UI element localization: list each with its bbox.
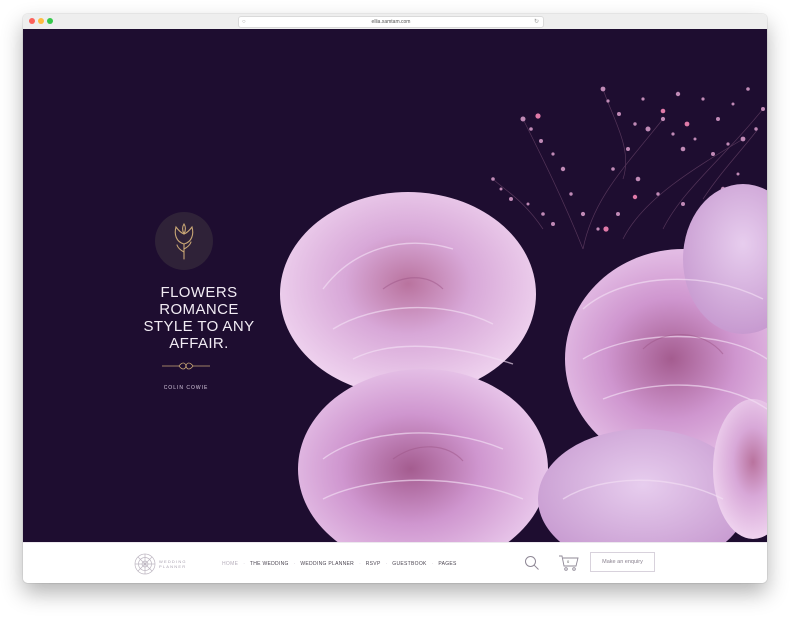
- tagline-line: FLOWERS: [160, 284, 238, 301]
- brand-line: PLANNER: [159, 564, 187, 569]
- close-window-button[interactable]: [29, 18, 35, 24]
- tulip-icon: [174, 223, 194, 260]
- tulip-logo-badge: [155, 212, 213, 270]
- search-button[interactable]: [523, 554, 541, 572]
- menu-separator: ·: [431, 561, 434, 567]
- browser-titlebar: ○ ellia.xamtam.com ↻: [23, 14, 767, 30]
- address-bar[interactable]: ○ ellia.xamtam.com ↻: [238, 16, 544, 28]
- menu-separator: ·: [359, 561, 361, 567]
- lock-icon: ○: [242, 19, 246, 25]
- quote-author: COLIN COWIE: [163, 385, 209, 391]
- hero-section: FLOWERS ROMANCE STYLE TO ANY AFFAIR. COL…: [23, 29, 767, 542]
- make-enquiry-button[interactable]: Make an enquiry: [590, 552, 655, 572]
- menu-item-rsvp[interactable]: RSVP: [366, 561, 381, 567]
- cart-button[interactable]: 0: [558, 554, 580, 572]
- tagline-line: AFFAIR.: [169, 335, 229, 352]
- menu-separator: ·: [385, 561, 388, 567]
- menu-item-pages[interactable]: PAGES: [438, 561, 456, 567]
- menu-item-wedding-planner[interactable]: WEDDING PLANNER: [300, 561, 354, 567]
- search-icon: [525, 556, 539, 570]
- minimize-window-button[interactable]: [38, 18, 44, 24]
- brand-logo[interactable]: WEDDING PLANNER: [134, 553, 202, 575]
- brand-name: WEDDING PLANNER: [159, 559, 187, 569]
- ornament-divider: [162, 362, 210, 370]
- main-menu: HOME · THE WEDDING · WEDDING PLANNER · R…: [222, 561, 457, 567]
- menu-item-the-wedding[interactable]: THE WEDDING: [250, 561, 289, 567]
- menu-item-home[interactable]: HOME: [222, 561, 238, 567]
- tagline-line: STYLE TO ANY: [143, 318, 255, 335]
- menu-item-guestbook[interactable]: GUESTBOOK: [392, 561, 426, 567]
- address-bar-url: ellia.xamtam.com: [371, 19, 411, 25]
- maximize-window-button[interactable]: [47, 18, 53, 24]
- hero-tagline: FLOWERS ROMANCE STYLE TO ANY AFFAIR.: [109, 284, 289, 352]
- tagline-line: ROMANCE: [159, 301, 239, 318]
- menu-separator: ·: [293, 561, 296, 567]
- browser-window: ○ ellia.xamtam.com ↻ FLOWERS ROMANCE STY…: [23, 14, 767, 583]
- mandala-icon: [134, 553, 156, 575]
- main-navbar: WEDDING PLANNER HOME · THE WEDDING · WED…: [23, 542, 767, 583]
- reload-icon[interactable]: ↻: [534, 17, 539, 27]
- menu-separator: ·: [243, 561, 245, 567]
- cart-count: 0: [567, 559, 570, 564]
